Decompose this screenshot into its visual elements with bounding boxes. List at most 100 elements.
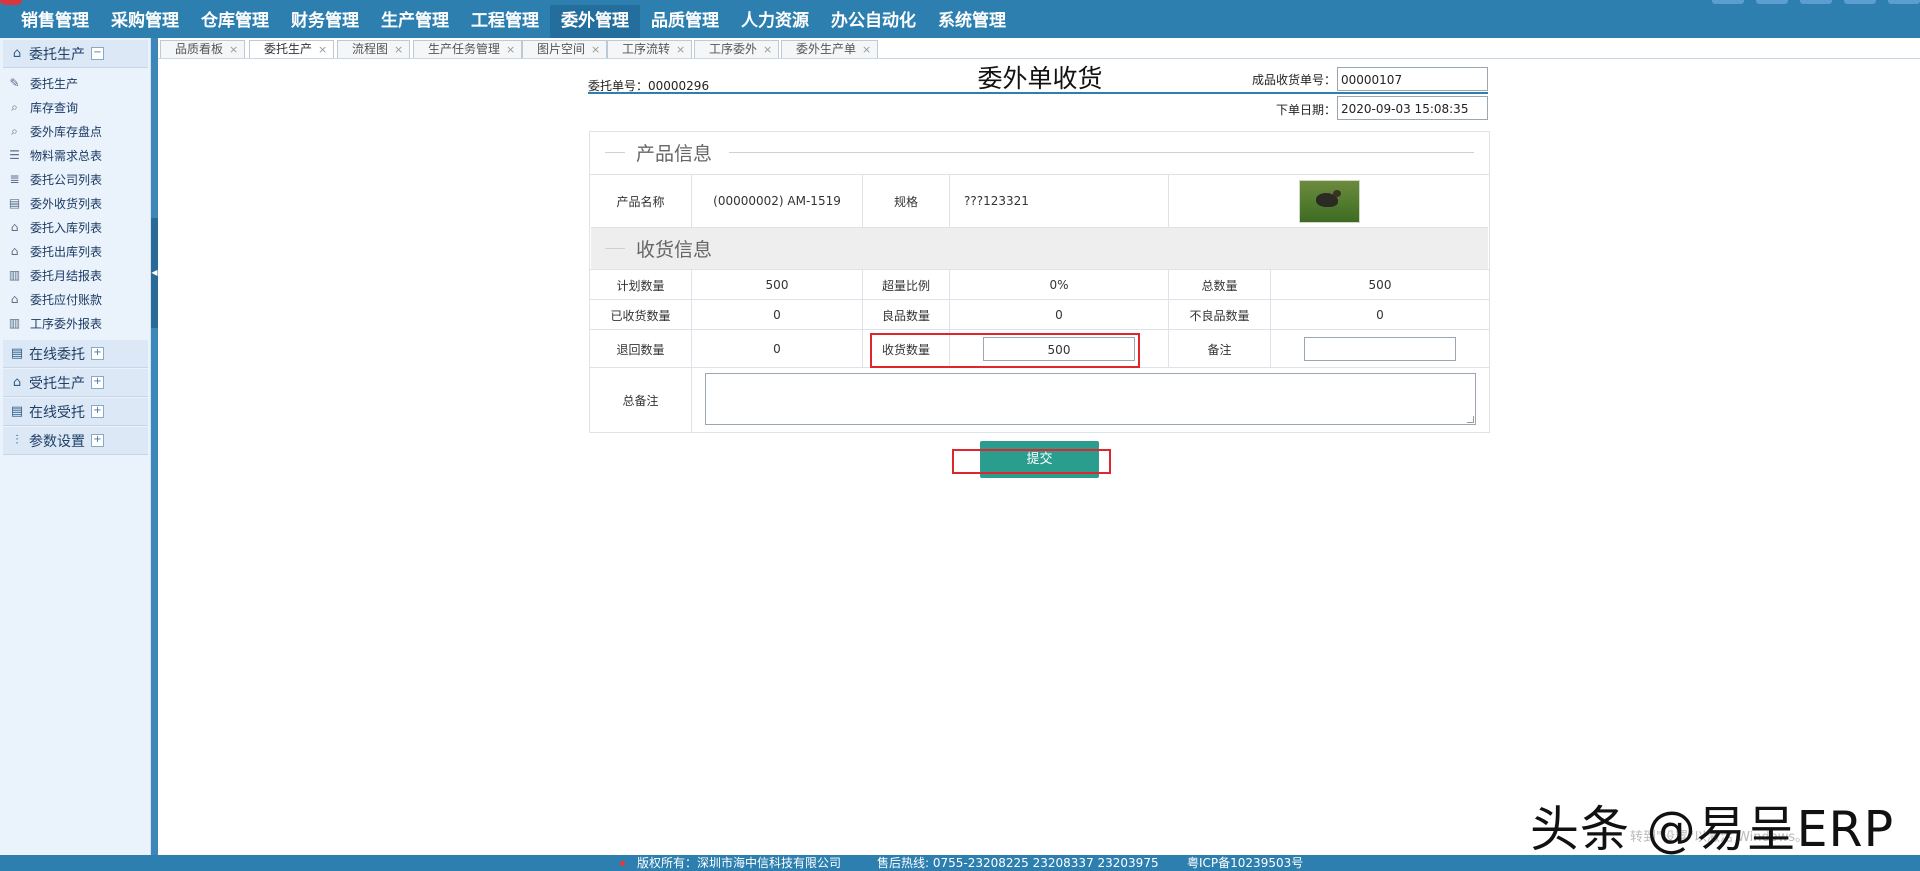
order-date-field[interactable]: 2020-09-03 15:08:35 [1337,96,1488,120]
collapse-arrow-icon[interactable]: ◀ [151,266,158,280]
total-qty-label: 总数量 [1169,270,1271,300]
document-stack-icon: ▤ [10,345,24,361]
close-icon[interactable]: × [763,43,772,56]
nav-item-outsourcing[interactable]: 委外管理 [550,5,640,38]
nav-item-office-automation[interactable]: 办公自动化 [820,5,927,38]
sidebar-group-online-entrust[interactable]: ▤ 在线委托 + [3,340,148,368]
close-icon[interactable]: × [591,43,600,56]
toolbar-button[interactable] [1800,0,1832,4]
expand-icon[interactable]: + [91,376,104,389]
defect-qty-label: 不良品数量 [1169,300,1271,330]
tab-entrusted-production[interactable]: 委托生产 × [249,40,335,58]
nav-item-sales[interactable]: 销售管理 [10,5,100,38]
over-ratio-value: 0% [950,270,1169,300]
sidebar-group-entrusted-production[interactable]: ⌂ 委托生产 − [3,40,148,68]
bar-chart-icon: ▥ [8,267,21,282]
tab-outsource-order[interactable]: 委外生产单 × [781,40,879,58]
brand-watermark: 头条 @易呈ERP [1530,801,1895,858]
product-thumbnail[interactable] [1298,179,1360,223]
sidebar-item-label: 库存查询 [30,100,79,115]
tab-process-flow[interactable]: 工序流转 × [607,40,693,58]
tab-quality-board[interactable]: 品质看板 × [160,40,246,58]
received-qty-value: 0 [692,300,863,330]
sidebar-item-label: 委托公司列表 [30,172,103,187]
nav-item-purchase[interactable]: 采购管理 [100,5,190,38]
return-qty-label: 退回数量 [590,330,692,368]
tab-process-outsource[interactable]: 工序委外 × [694,40,780,58]
toolbar-button[interactable] [1888,0,1920,4]
sidebar-group-contract-production[interactable]: ⌂ 受托生产 + [3,369,148,397]
tab-image-space[interactable]: 图片空间 × [522,40,608,58]
collapse-icon[interactable]: − [91,47,104,60]
sidebar-item-stock-query[interactable]: ⌕ 库存查询 [8,96,78,118]
close-icon[interactable]: × [676,43,685,56]
remark-input[interactable] [1304,337,1456,361]
factory-icon: ⌂ [12,45,22,61]
receipt-form-card: 产品信息 产品名称 (00000002) AM-1519 规格 ???12332… [589,131,1490,433]
nav-item-hr[interactable]: 人力资源 [730,5,820,38]
sidebar-item-accounts-payable[interactable]: ⌂ 委托应付账款 [8,288,102,310]
defect-qty-value: 0 [1376,308,1384,322]
receive-section-header: 收货信息 [591,227,1488,269]
receive-row-4: 总备注 [590,367,1489,433]
footer-copyright: 版权所有：深圳市海中信科技有限公司 [637,856,842,870]
toolbar-button[interactable] [1844,0,1876,4]
bank-icon: ⌂ [10,291,19,306]
expand-icon[interactable]: + [91,434,104,447]
sidebar-item-material-requirements[interactable]: ☰ 物料需求总表 [8,144,102,166]
sidebar-item-inbound-list[interactable]: ⌂ 委托入库列表 [8,216,102,238]
sidebar-splitter[interactable] [151,38,158,855]
received-qty-label: 已收货数量 [590,300,692,330]
close-icon[interactable]: × [506,43,515,56]
sidebar-item-company-list[interactable]: ≣ 委托公司列表 [8,168,102,190]
tab-label: 委外生产单 [796,42,857,56]
header-divider [588,92,1488,94]
sidebar-item-receive-list[interactable]: ▤ 委外收货列表 [8,192,102,214]
section-title: 收货信息 [636,239,713,261]
nav-item-production[interactable]: 生产管理 [370,5,460,38]
list-doc-icon: ☰ [9,147,20,162]
main-menu: 销售管理 采购管理 仓库管理 财务管理 生产管理 工程管理 委外管理 品质管理 … [10,5,1017,38]
planned-qty-value: 500 [692,270,863,300]
close-icon[interactable]: × [394,43,403,56]
sidebar-item-process-report[interactable]: ▥ 工序委外报表 [8,312,102,334]
sidebar-item-label: 委托应付账款 [30,292,103,307]
nav-item-warehouse[interactable]: 仓库管理 [190,5,280,38]
toolbar-button[interactable] [1712,0,1744,4]
product-image-cell [1169,175,1489,227]
expand-icon[interactable]: + [91,347,104,360]
sidebar-group-settings[interactable]: ⫶ 参数设置 + [3,427,148,455]
expand-icon[interactable]: + [91,405,104,418]
sidebar-item-entrusted-production[interactable]: ✎ 委托生产 [8,72,78,94]
receipt-number-field[interactable]: 00000107 [1337,67,1488,91]
close-icon[interactable]: × [318,43,327,56]
tab-flowchart[interactable]: 流程图 × [337,40,411,58]
toolbar-button[interactable] [1756,0,1788,4]
sidebar-item-monthly-report[interactable]: ▥ 委托月结报表 [8,264,102,286]
nav-item-finance[interactable]: 财务管理 [280,5,370,38]
nav-item-engineering[interactable]: 工程管理 [460,5,550,38]
total-remark-textarea[interactable] [705,373,1476,425]
tab-label: 生产任务管理 [428,42,501,56]
tab-label: 委托生产 [264,42,313,56]
product-name-label: 产品名称 [590,175,692,227]
warehouse-in-icon: ⌂ [10,219,19,234]
good-qty-label: 良品数量 [863,300,950,330]
sidebar-item-label: 委托入库列表 [30,220,103,235]
spec-label: 规格 [863,175,950,227]
factory-icon: ⌂ [12,374,22,390]
tab-production-task[interactable]: 生产任务管理 × [413,40,523,58]
nav-item-quality[interactable]: 品质管理 [640,5,730,38]
sidebar-item-outbound-list[interactable]: ⌂ 委托出库列表 [8,240,102,262]
sidebar-item-outsource-stocktake[interactable]: ⌕ 委外库存盘点 [8,120,102,142]
sidebar-item-label: 物料需求总表 [30,148,103,163]
sidebar-group-online-contract[interactable]: ▤ 在线受托 + [3,398,148,426]
close-icon[interactable]: × [862,43,871,56]
tab-label: 流程图 [352,42,389,56]
sidebar-group-label: 受托生产 [29,375,85,392]
resize-handle-icon[interactable] [1467,416,1474,423]
tab-label: 图片空间 [537,42,586,56]
nav-item-system[interactable]: 系统管理 [927,5,1017,38]
remark-label: 备注 [1169,330,1271,368]
close-icon[interactable]: × [229,43,238,56]
